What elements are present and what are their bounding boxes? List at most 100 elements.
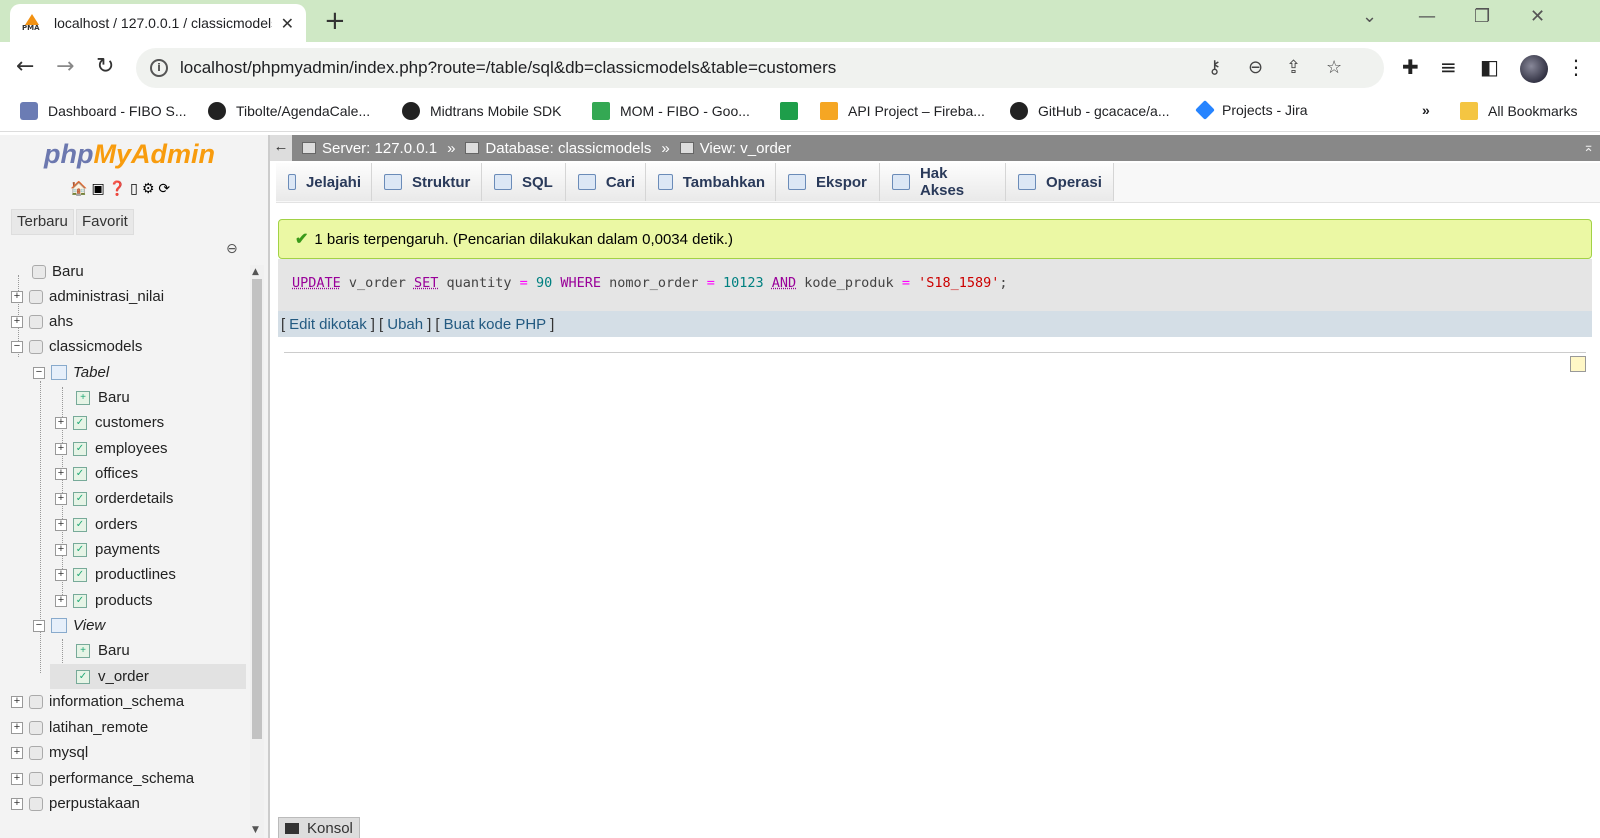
breadcrumb-server[interactable]: Server: 127.0.0.1 [322,140,437,157]
breadcrumb-view[interactable]: View: v_order [700,140,791,157]
collapse-top-icon[interactable]: ⌅ [1583,139,1594,155]
tree-table[interactable]: + ✓ employees [55,436,168,461]
tree-views-group[interactable]: − View [33,613,105,638]
expand-icon[interactable]: + [11,746,23,759]
pma-logo[interactable]: phpMyAdmin [44,139,215,170]
expand-icon[interactable]: + [55,594,67,607]
tab-sql[interactable]: SQL [482,163,566,201]
tree-table[interactable]: + ✓ orders [55,512,138,537]
expand-icon[interactable]: + [11,290,23,303]
bookmark-item[interactable]: GitHub - gcacace/a... [1010,102,1170,120]
expand-icon[interactable]: + [55,492,67,505]
bookmark-item[interactable]: Midtrans Mobile SDK [402,102,562,120]
create-php-code-link[interactable]: Buat kode PHP [444,316,547,333]
scroll-up-icon[interactable]: ▲ [252,267,259,277]
bookmark-item[interactable]: MOM - FIBO - Goo... [592,102,750,120]
tab-search[interactable]: Cari [566,163,646,201]
zoom-icon[interactable]: ⊖ [1248,57,1263,78]
tree-database[interactable]: + perpustakaan [11,791,140,816]
extensions-icon[interactable]: ✚ [1402,55,1419,79]
profile-avatar[interactable] [1520,55,1548,83]
tree-database[interactable]: + mysql [11,740,88,765]
tab-privileges[interactable]: Hak Akses [880,163,1006,201]
sql-keyword[interactable]: AND [772,275,796,291]
tree-database[interactable]: + administrasi_nilai [11,284,164,309]
collapse-icon[interactable]: − [33,619,45,632]
browser-tab[interactable]: PMA localhost / 127.0.0.1 / classicmodel… [10,4,306,42]
expand-icon[interactable]: + [11,772,23,785]
tree-database[interactable]: + latihan_remote [11,715,148,740]
tree-table[interactable]: + ✓ orderdetails [55,486,173,511]
tab-structure[interactable]: Struktur [372,163,482,201]
tree-new-view[interactable]: + Baru [76,638,130,663]
tree-new-table[interactable]: + Baru [76,385,130,410]
expand-icon[interactable]: + [55,568,67,581]
tab-browse[interactable]: Jelajahi [276,163,372,201]
tree-database[interactable]: + performance_schema [11,766,194,791]
restore-icon[interactable]: ❐ [1474,6,1490,27]
sql-keyword[interactable]: SET [414,275,438,291]
reload-icon[interactable]: ↻ [96,54,114,79]
tree-view-selected[interactable]: ✓ v_order [50,664,246,689]
tree-database-active[interactable]: − classicmodels [11,334,142,359]
refresh-icon[interactable]: ⟳ [158,181,170,197]
bookmark-item[interactable]: API Project – Fireba... [820,102,985,120]
tree-tables-group[interactable]: − Tabel [33,360,109,385]
collapse-nav-icon[interactable]: ← [270,135,292,161]
media-control-icon[interactable]: ≡ [1440,55,1457,79]
docs-icon[interactable]: ▯ [130,181,138,197]
tree-table[interactable]: + ✓ payments [55,537,160,562]
bookmark-item[interactable]: Tibolte/AgendaCale... [208,102,370,120]
bookmark-item[interactable]: Projects - Jira [1195,100,1308,120]
tab-close-icon[interactable]: ✕ [281,14,294,33]
tab-operations[interactable]: Operasi [1006,163,1114,201]
back-icon[interactable]: ← [16,54,34,79]
expand-icon[interactable]: + [11,695,23,708]
expand-icon[interactable]: + [11,797,23,810]
menu-kebab-icon[interactable]: ⋮ [1566,55,1586,79]
scrollbar-thumb[interactable] [252,279,262,739]
tab-insert[interactable]: Tambahkan [646,163,776,201]
expand-icon[interactable]: + [55,518,67,531]
forward-icon[interactable]: → [56,54,74,79]
breadcrumb-database[interactable]: Database: classicmodels [485,140,651,157]
nav-tab-recent[interactable]: Terbaru [11,209,74,235]
bookmark-item[interactable]: Dashboard - FIBO S... [20,102,187,120]
tree-new-database[interactable]: Baru [32,259,84,284]
edit-inline-link[interactable]: Edit dikotak [289,316,367,333]
tab-search-icon[interactable]: ⌄ [1362,6,1377,27]
address-bar[interactable]: i localhost/phpmyadmin/index.php?route=/… [136,48,1384,88]
expand-icon[interactable]: + [55,467,67,480]
console-toggle[interactable]: Konsol [278,817,360,838]
home-icon[interactable]: 🏠 [70,181,87,197]
collapse-icon[interactable]: − [11,340,23,353]
collapse-icon[interactable]: − [33,366,45,379]
bookmark-item[interactable] [780,102,808,120]
scroll-down-icon[interactable]: ▼ [252,825,259,835]
tree-database[interactable]: + information_schema [11,689,184,714]
nav-tab-favorite[interactable]: Favorit [76,209,134,235]
tab-export[interactable]: Ekspor [776,163,880,201]
tree-table[interactable]: + ✓ offices [55,461,138,486]
exit-icon[interactable]: ▣ [91,181,104,197]
tree-database[interactable]: + ahs [11,309,73,334]
link-with-main-icon[interactable]: ⊖ [226,241,238,257]
site-info-icon[interactable]: i [150,59,168,77]
password-key-icon[interactable]: ⚷ [1208,57,1221,78]
new-tab-icon[interactable]: + [324,6,346,36]
bookmark-note-icon[interactable] [1570,356,1586,372]
help-icon[interactable]: ❓ [109,181,126,197]
close-window-icon[interactable]: ✕ [1530,6,1545,27]
edit-link[interactable]: Ubah [387,316,423,333]
side-panel-icon[interactable]: ◧ [1480,55,1499,79]
tree-table[interactable]: + ✓ productlines [55,562,176,587]
expand-icon[interactable]: + [11,721,23,734]
bookmark-star-icon[interactable]: ☆ [1326,57,1342,78]
minimize-icon[interactable]: — [1418,6,1436,27]
tree-table[interactable]: + ✓ products [55,588,153,613]
all-bookmarks-button[interactable]: All Bookmarks [1460,102,1577,120]
bookmarks-overflow-button[interactable]: » [1422,102,1430,118]
expand-icon[interactable]: + [55,416,67,429]
expand-icon[interactable]: + [55,543,67,556]
nav-scrollbar[interactable]: ▲ ▼ [250,265,264,838]
